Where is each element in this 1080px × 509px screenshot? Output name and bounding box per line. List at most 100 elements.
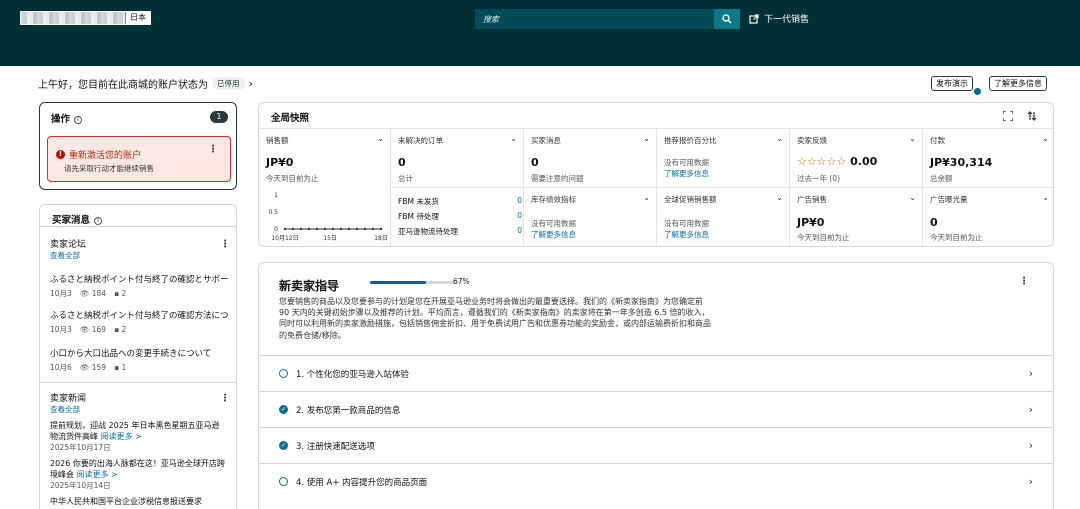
step-label: 2. 发布您第一款商品的信息 [296, 405, 401, 416]
store-region-label: 日本 [126, 12, 150, 24]
chevron-down-icon[interactable]: ⌄ [1042, 193, 1049, 202]
comments-icon: ▪ 2 [114, 289, 127, 298]
learn-more-link[interactable]: 了解更多信息 [664, 229, 709, 240]
error-icon: ! [56, 150, 65, 159]
data-point [339, 227, 343, 231]
account-status-badge[interactable]: 已停用 [212, 77, 245, 90]
forum-see-all-link[interactable]: 查看全部 [50, 250, 86, 261]
star-rating-icon: ☆☆☆☆☆ [797, 155, 847, 168]
chevron-down-icon[interactable]: ⌄ [909, 134, 916, 143]
chevron-right-icon[interactable]: › [1029, 403, 1033, 416]
greeting-text: 上午好，您目前在此商城的账户状态为 [38, 80, 208, 91]
sort-icon[interactable] [1027, 111, 1037, 121]
news-see-all-link[interactable]: 查看全部 [50, 404, 226, 415]
forum-post-title[interactable]: ふるさと納税ポイント付与終了の確認方法について [50, 309, 228, 321]
more-options-icon[interactable]: ⋮ [1019, 277, 1029, 287]
learn-more-link[interactable]: 了解更多信息 [531, 229, 576, 240]
x-tick-label: 15日 [323, 235, 337, 242]
featured-offer-tile[interactable]: 推荐报价百分比 ⌄ 没有可用数据 了解更多信息 [657, 128, 790, 187]
views-icon: 👁 169 [79, 325, 107, 334]
fbm-unshipped-row[interactable]: FBM 未发货 0 [398, 196, 522, 207]
data-point [299, 227, 303, 231]
ad-sales-tile[interactable]: 广告销售 ⌄ JP¥0 今天到目前为止 [790, 187, 923, 246]
chevron-down-icon[interactable]: ⌄ [1042, 134, 1049, 143]
buyer-messages-tile[interactable]: 买家消息 ⌄ 0 需要注意的问题 [524, 128, 657, 187]
chevron-down-icon[interactable]: ⌄ [510, 134, 517, 143]
fba-pending-row[interactable]: 亚马逊物流待处理 0 [398, 226, 522, 237]
guide-step-4[interactable]: 4. 使用 A+ 内容提升您的商品页面 › [259, 463, 1053, 499]
fbm-pending-row[interactable]: FBM 待处理 0 [398, 211, 522, 222]
step-label: 3. 注册快速配送选项 [296, 441, 375, 452]
chevron-right-icon[interactable]: › [1029, 367, 1033, 380]
forum-post[interactable]: 小口から大口出品への変更手続きについて 10月6 👁 159 ▪ 1 [50, 347, 228, 373]
seller-news-title: 卖家新闻 [50, 394, 87, 404]
news-item[interactable]: 提前规划，迎战 2025 年日本黑色星期五亚马逊物流货件高峰 阅读更多 > [50, 420, 226, 442]
learn-more-link[interactable]: 了解更多信息 [664, 168, 709, 179]
chevron-down-icon[interactable]: ⌄ [776, 193, 783, 202]
chevron-down-icon[interactable]: ⌄ [776, 134, 783, 143]
info-icon[interactable]: i [74, 115, 83, 124]
next-gen-selling-link[interactable]: 下一代销售 [749, 12, 809, 25]
forum-post-title[interactable]: ふるさと納税ポイント付与終了の確認とサポート [50, 273, 228, 285]
new-seller-guide-card: 新卖家指导 67% ⋮ 您要销售的商品以及您要参与的计划是您在开展亚马逊业务时将… [258, 262, 1054, 509]
comments-icon: ▪ 2 [114, 325, 127, 334]
sales-value: JP¥0 [266, 156, 294, 169]
forum-post[interactable]: ふるさと納税ポイント付与終了の確認とサポート 10月3 👁 184 ▪ 2 [50, 273, 228, 299]
chevron-right-icon[interactable]: › [249, 77, 253, 90]
forum-post-title[interactable]: 小口から大口出品への変更手続きについて [50, 347, 228, 359]
reactivate-account-alert[interactable]: ! 重新激活您的账户 请先采取行动才能继续销售 ⋮ [47, 136, 231, 182]
search-input[interactable] [475, 9, 714, 29]
chevron-down-icon[interactable]: ⌄ [377, 134, 384, 143]
seller-feedback-tile[interactable]: 卖家反馈 ⌄ ☆☆☆☆☆ 0.00 过去一年 (0) [790, 128, 923, 187]
global-snapshot-title: 全局快照 [271, 113, 310, 124]
read-more-link[interactable]: 阅读更多 > [101, 432, 142, 441]
step-label: 4. 使用 A+ 内容提升您的商品页面 [296, 477, 428, 488]
more-options-icon[interactable]: ⋮ [208, 145, 218, 155]
views-icon: 👁 184 [79, 289, 107, 298]
chevron-down-icon[interactable]: ⌄ [643, 134, 650, 143]
guide-step-3[interactable]: ✓ 3. 注册快速配送选项 › [259, 427, 1053, 463]
data-point [315, 227, 319, 231]
chevron-down-icon[interactable]: ⌄ [643, 193, 650, 202]
open-orders-tile[interactable]: 未解决的订单 ⌄ 0 总计 [391, 128, 524, 187]
news-item[interactable]: 中华人民共和国平台企业涉税信息报送要求 [50, 496, 226, 507]
store-selector[interactable]: 日本 [20, 11, 151, 25]
search-bar [475, 9, 740, 29]
learn-more-button[interactable]: 了解更多信息 [989, 76, 1047, 91]
comments-icon: ▪ 1 [114, 363, 127, 372]
more-options-icon[interactable]: ⋮ [220, 394, 230, 404]
top-navigation-bar: 日本 下一代销售 [0, 0, 1080, 36]
operations-title: 操作 [51, 114, 71, 125]
guide-step-2[interactable]: ✓ 2. 发布您第一款商品的信息 › [259, 391, 1053, 427]
data-point [323, 227, 327, 231]
more-options-icon[interactable]: ⋮ [220, 240, 230, 250]
publish-demo-button[interactable]: 发布演示 [931, 76, 973, 91]
guide-step-1[interactable]: 1. 个性化您的亚马逊入站体验 › [259, 355, 1053, 391]
data-point [363, 227, 367, 231]
news-item[interactable]: 2026 你要的出海人脉都在这！亚马逊全球开店跨境峰会 阅读更多 > [50, 458, 226, 480]
notification-dot [974, 88, 981, 95]
payments-tile[interactable]: 付款 ⌄ JP¥30,314 总余额 [923, 128, 1055, 187]
ad-impressions-tile[interactable]: 广告曝光量 ⌄ 0 今天到目前为止 [923, 187, 1055, 246]
inventory-performance-tile[interactable]: 库存绩效指标 ⌄ 没有可用数据 了解更多信息 [524, 187, 657, 246]
search-button[interactable] [714, 9, 740, 29]
chevron-down-icon[interactable]: ⌄ [909, 193, 916, 202]
fullscreen-icon[interactable] [1003, 111, 1013, 121]
chevron-right-icon[interactable]: › [1029, 439, 1033, 452]
read-more-link[interactable]: 阅读更多 > [77, 470, 118, 479]
post-date: 10月6 [50, 363, 72, 372]
buyer-messages-title: 买家消息 [52, 215, 91, 226]
x-tick-label: 18日 [374, 235, 388, 242]
sales-tile[interactable]: 销售额 ⌄ JP¥0 今天到目前为止 1 0.5 0 10月12日 15日 18日 [259, 128, 391, 246]
guide-progress-fill [370, 281, 427, 284]
circle-icon [279, 369, 288, 378]
guide-description: 您要销售的商品以及您要参与的计划是您在开展亚马逊业务时将会做出的最重要选择。我们… [279, 297, 711, 340]
info-icon[interactable]: i [94, 216, 103, 225]
forum-post[interactable]: ふるさと納税ポイント付与終了の確認方法について 10月3 👁 169 ▪ 2 [50, 309, 228, 335]
search-icon [722, 14, 732, 24]
operations-count-badge: 1 [210, 111, 228, 123]
global-promotions-tile[interactable]: 全球促销销售额 ⌄ 没有可用数据 了解更多信息 [657, 187, 790, 246]
views-icon: 👁 159 [79, 363, 107, 372]
chevron-right-icon[interactable]: › [1029, 475, 1033, 488]
seller-forum-section: 卖家论坛 查看全部 [50, 237, 86, 261]
